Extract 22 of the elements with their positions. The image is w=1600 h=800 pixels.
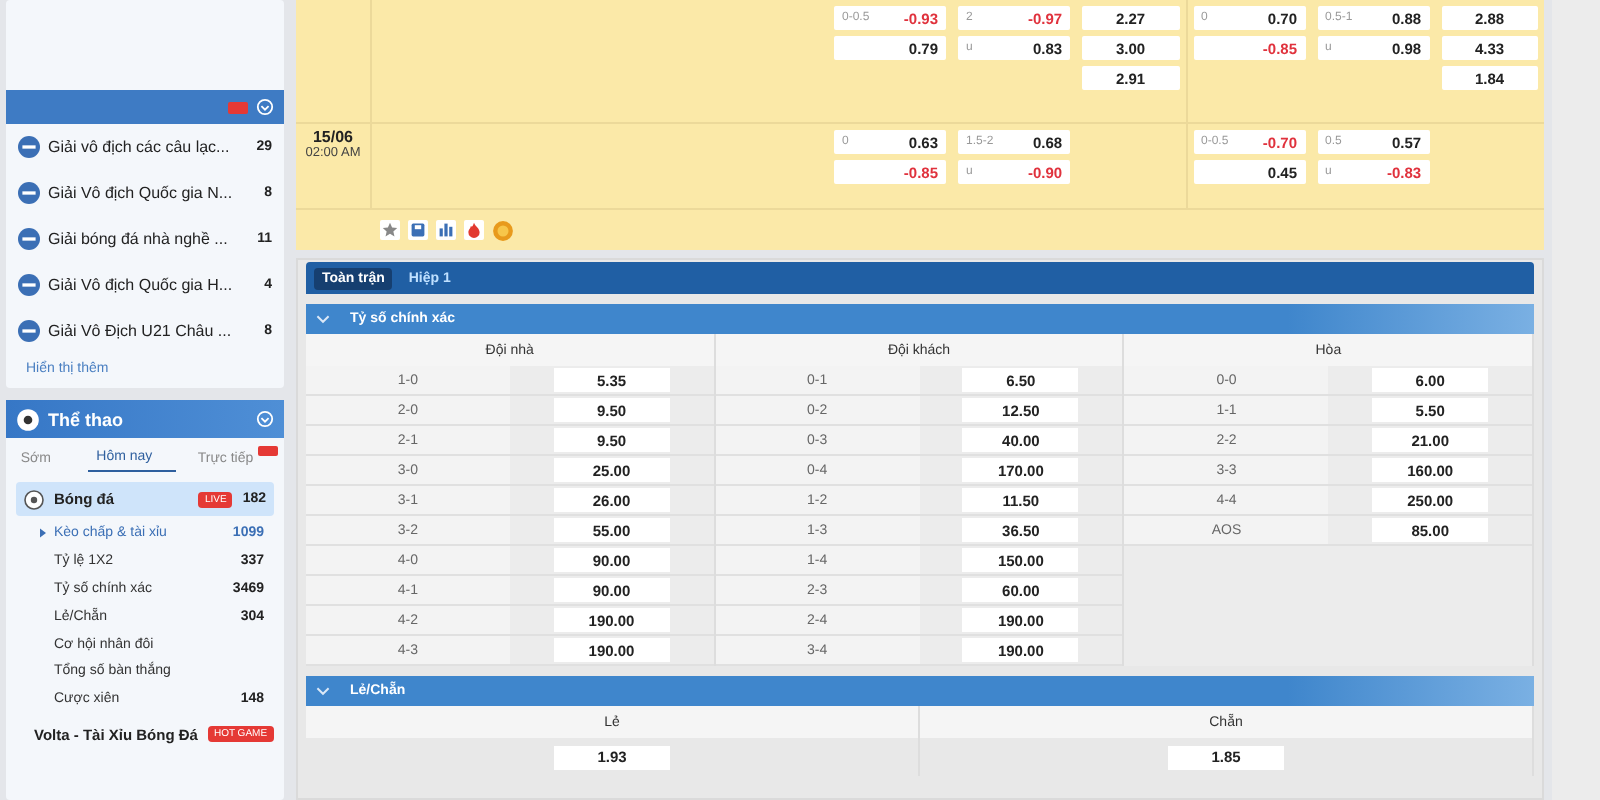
- league-logo-icon: [18, 228, 40, 250]
- collapse-icon[interactable]: [256, 98, 274, 116]
- match-date: 15/06: [312, 128, 354, 146]
- league-name: Giải bóng đá nhà nghề ...: [48, 230, 230, 248]
- league-name: Giải Vô địch Quốc gia N...: [48, 184, 235, 202]
- league-logo-icon: [18, 320, 40, 342]
- star-icon[interactable]: [380, 220, 400, 240]
- collapse-icon[interactable]: [256, 410, 274, 428]
- notification-badge: [228, 101, 248, 113]
- sports-title: Thể thao: [48, 409, 125, 429]
- fire-icon[interactable]: [464, 220, 484, 240]
- save-icon[interactable]: [408, 220, 428, 240]
- sports-ball-icon: [16, 407, 40, 431]
- league-logo-icon: [18, 274, 40, 296]
- league-logo-icon: [18, 182, 40, 204]
- caret-icon: [40, 528, 46, 539]
- ball-icon: [24, 489, 44, 509]
- league-name: Giải Vô địch Quốc gia H...: [48, 276, 235, 294]
- league-logo-icon: [18, 136, 40, 158]
- league-name: Giải vô địch các câu lạc...: [48, 138, 232, 156]
- bar-chart-icon[interactable]: [436, 220, 456, 240]
- league-name: Giải Vô Địch U21 Châu ...: [48, 322, 234, 340]
